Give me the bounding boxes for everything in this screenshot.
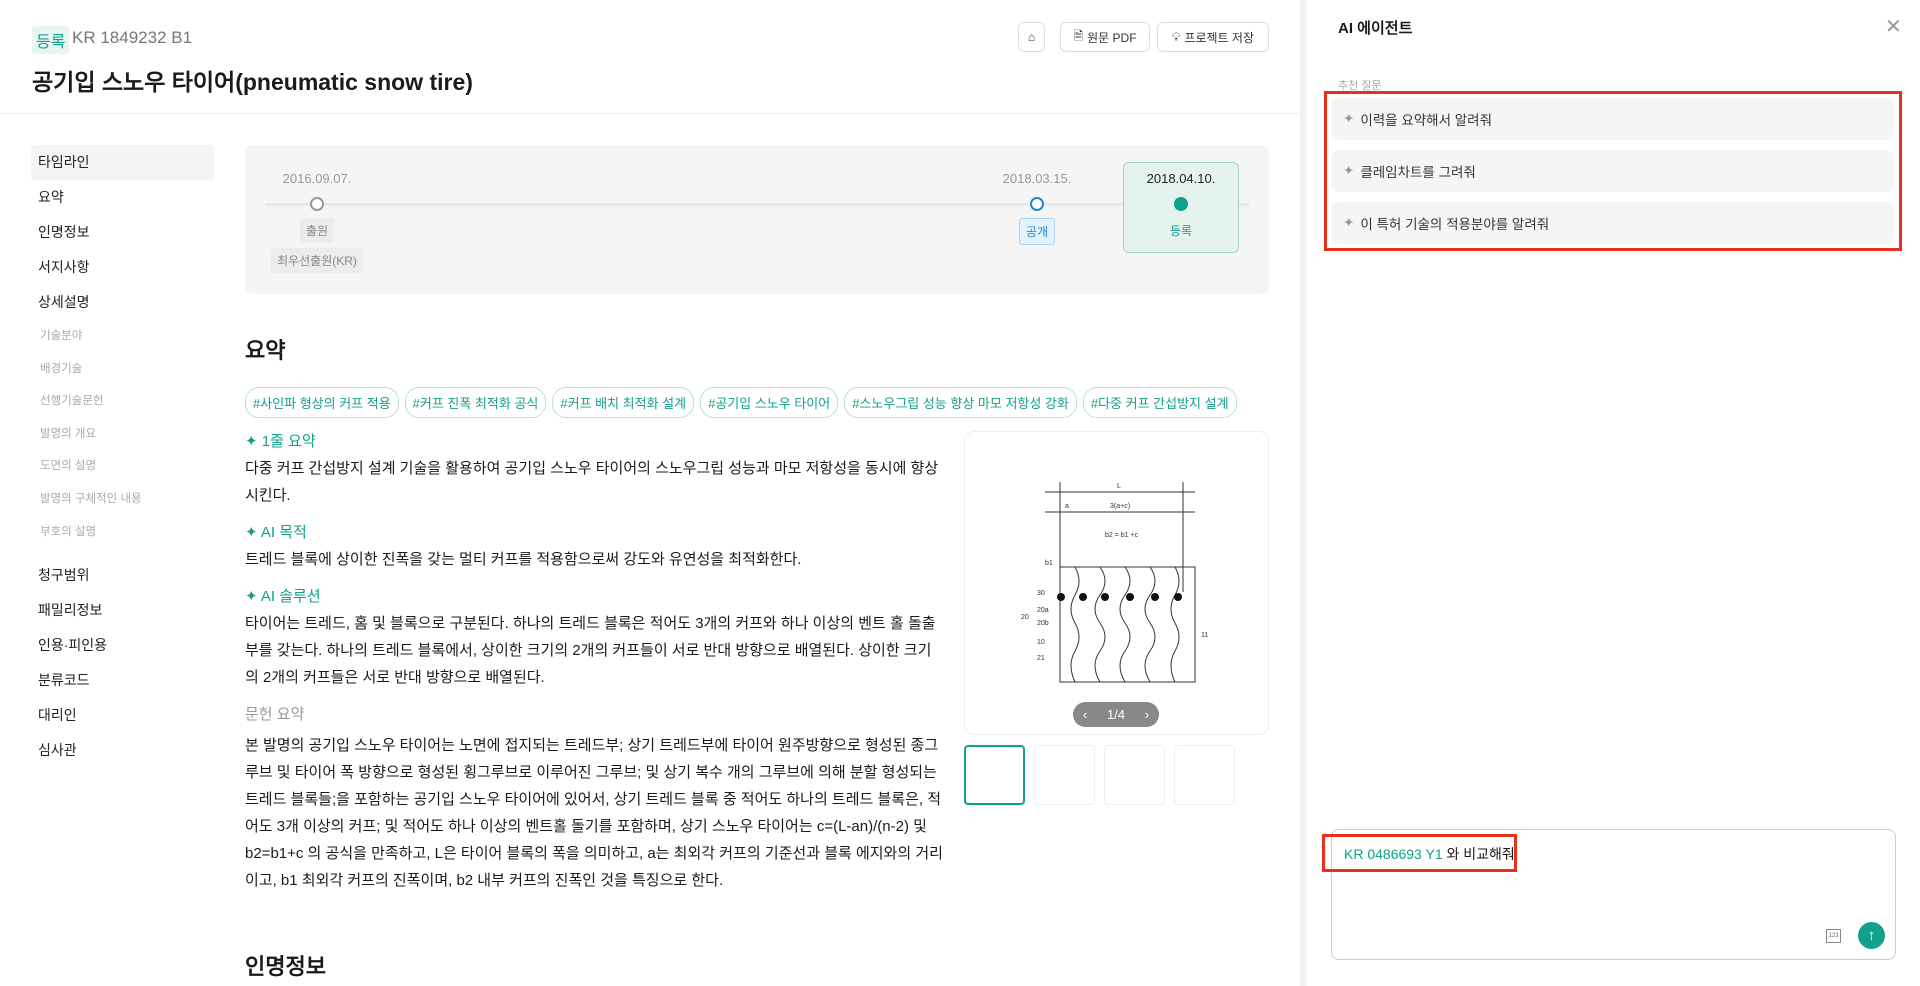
section-nav: 타임라인 요약 인명정보 서지사항 상세설명 기술분야 배경기술 선행기술문헌 … bbox=[31, 145, 214, 768]
nav-family[interactable]: 패밀리정보 bbox=[31, 593, 214, 628]
purpose-label: ✦ AI 목적 bbox=[245, 519, 945, 546]
highlight-box bbox=[1322, 834, 1517, 872]
ai-agent-panel: AI 에이전트 ✕ 추천 질문 ✦ 이력을 요약해서 알려줘 ✦ 클레임차트를 그려… bbox=[1300, 0, 1920, 986]
timeline-label: 출원 bbox=[299, 218, 335, 243]
page-indicator: 1/4 bbox=[1106, 707, 1126, 722]
timeline-date: 2016.09.07. bbox=[282, 171, 352, 186]
tag[interactable]: #다중 커프 간섭방지 설계 bbox=[1082, 387, 1237, 418]
one-line-summary: 다중 커프 간섭방지 설계 기술을 활용하여 공기입 스노우 타이어의 스노우그… bbox=[245, 460, 939, 504]
home-icon: ⌂ bbox=[1027, 30, 1036, 44]
nav-sub-item[interactable]: 기술분야 bbox=[31, 320, 214, 353]
pdf-label: 원문 PDF bbox=[1087, 30, 1137, 45]
nav-people[interactable]: 인명정보 bbox=[31, 215, 214, 250]
arrow-up-icon: ↑ bbox=[1867, 927, 1876, 944]
drawing-label: 21 bbox=[1037, 655, 1045, 662]
nav-timeline[interactable]: 타임라인 bbox=[31, 145, 214, 180]
summary-text: ✦ 1줄 요약 다중 커프 간섭방지 설계 기술을 활용하여 공기입 스노우 타… bbox=[245, 425, 945, 894]
one-line-label: ✦ 1줄 요약 bbox=[245, 428, 945, 455]
tag[interactable]: #스노우그립 성능 향상 마모 저항성 강화 bbox=[844, 387, 1077, 418]
people-heading: 인명정보 bbox=[245, 954, 326, 979]
timeline-label: 등록 bbox=[1169, 224, 1193, 238]
thumbnail[interactable] bbox=[1034, 745, 1095, 805]
tag[interactable]: #커프 배치 최적화 설계 bbox=[552, 387, 695, 418]
timeline-dot bbox=[1030, 197, 1044, 211]
drawing-label: 30 bbox=[1037, 590, 1045, 597]
timeline-dot bbox=[310, 197, 324, 211]
drawing-viewer[interactable]: L a 3(a+c) b2 = b1 +c b1 30 20a 20b 20 1… bbox=[964, 431, 1269, 735]
patent-detail: 등록 KR 1849232 B1 공기입 스노우 타이어(pneumatic s… bbox=[0, 0, 1300, 986]
thumbnail[interactable] bbox=[964, 745, 1025, 805]
lightbulb-icon: 💡︎ bbox=[1172, 29, 1181, 44]
nav-bibliography[interactable]: 서지사항 bbox=[31, 250, 214, 285]
drawing-label: 20b bbox=[1037, 620, 1049, 627]
nav-examiner[interactable]: 심사관 bbox=[31, 733, 214, 768]
nav-sub-item[interactable]: 선행기술문헌 bbox=[31, 385, 214, 418]
timeline-label: 공개 bbox=[1018, 218, 1056, 245]
nav-description[interactable]: 상세설명 bbox=[31, 285, 214, 320]
nav-claims[interactable]: 청구범위 bbox=[31, 558, 214, 593]
sparkle-icon: ✦ bbox=[245, 588, 258, 605]
drawing-label: b2 = b1 +c bbox=[1105, 532, 1139, 539]
header: 등록 KR 1849232 B1 공기입 스노우 타이어(pneumatic s… bbox=[0, 0, 1300, 114]
panel-title: AI 에이전트 bbox=[1338, 20, 1413, 37]
sparkle-icon: ✦ bbox=[245, 524, 258, 541]
label: AI 목적 bbox=[260, 524, 307, 541]
drawing-thumbnails bbox=[964, 745, 1235, 805]
drawing-label: a bbox=[1065, 503, 1069, 510]
nav-sub-item[interactable]: 발명의 개요 bbox=[31, 418, 214, 451]
nav-classification[interactable]: 분류코드 bbox=[31, 663, 214, 698]
nav-agent[interactable]: 대리인 bbox=[31, 698, 214, 733]
pdf-button[interactable]: 🗎 원문 PDF bbox=[1060, 22, 1150, 52]
timeline-date: 2018.04.10. bbox=[1146, 171, 1216, 186]
doc-summary-label: 문헌 요약 bbox=[245, 706, 305, 723]
home-button[interactable]: ⌂ bbox=[1018, 22, 1045, 52]
timeline: 2016.09.07. 출원 최우선출원(KR) 2018.03.15. 공개 … bbox=[245, 145, 1269, 294]
patent-number: KR 1849232 B1 bbox=[72, 28, 193, 47]
drawing-label: 20 bbox=[1021, 614, 1029, 621]
ai-solution: 타이어는 트레드, 홈 및 블록으로 구분된다. 하나의 트레드 블록은 적어도… bbox=[245, 615, 936, 686]
nav-sub-item[interactable]: 배경기술 bbox=[31, 353, 214, 386]
label: 1줄 요약 bbox=[261, 433, 316, 450]
chevron-right-icon[interactable]: › bbox=[1145, 707, 1149, 722]
nav-summary[interactable]: 요약 bbox=[31, 180, 214, 215]
thumbnail[interactable] bbox=[1174, 745, 1235, 805]
tag[interactable]: #사인파 형상의 커프 적용 bbox=[245, 387, 399, 418]
drawing-label: 10 bbox=[1037, 639, 1045, 646]
nav-sub-item[interactable]: 발명의 구체적인 내용 bbox=[31, 483, 214, 516]
drawing-label: L bbox=[1117, 483, 1121, 490]
send-button[interactable]: ↑ bbox=[1858, 922, 1885, 949]
drawing-label: b1 bbox=[1045, 560, 1053, 567]
patent-drawing: L a 3(a+c) b2 = b1 +c b1 30 20a 20b 20 1… bbox=[1021, 482, 1208, 683]
drawing-label: 20a bbox=[1037, 607, 1049, 614]
drawing-label: 3(a+c) bbox=[1110, 503, 1130, 510]
save-project-button[interactable]: 💡︎ 프로젝트 저장 bbox=[1157, 22, 1269, 52]
chevron-left-icon[interactable]: ‹ bbox=[1083, 707, 1087, 722]
pdf-icon: 🗎 bbox=[1073, 28, 1084, 43]
page-title: 공기입 스노우 타이어(pneumatic snow tire) bbox=[32, 69, 473, 95]
status-badge: 등록 bbox=[32, 26, 70, 54]
keyword-tags: #사인파 형상의 커프 적용 #커프 진폭 최적화 공식 #커프 배치 최적화 … bbox=[245, 387, 1237, 418]
nav-sub-item[interactable]: 도면의 설명 bbox=[31, 450, 214, 483]
close-icon[interactable]: ✕ bbox=[1885, 14, 1902, 39]
summary-heading: 요약 bbox=[245, 338, 286, 363]
solution-label: ✦ AI 솔루션 bbox=[245, 583, 945, 610]
tag[interactable]: #커프 진폭 최적화 공식 bbox=[404, 387, 547, 418]
keyboard-icon[interactable]: 123 bbox=[1826, 929, 1841, 943]
tag[interactable]: #공기입 스노우 타이어 bbox=[700, 387, 839, 418]
sparkle-icon: ✦ bbox=[245, 433, 258, 450]
timeline-track bbox=[265, 203, 1249, 206]
timeline-sublabel: 최우선출원(KR) bbox=[271, 248, 363, 273]
nav-citations[interactable]: 인용·피인용 bbox=[31, 628, 214, 663]
timeline-dot bbox=[1174, 197, 1188, 211]
doc-summary: 본 발명의 공기입 스노우 타이어는 노면에 접지되는 트레드부; 상기 트레드… bbox=[245, 737, 943, 889]
thumbnail[interactable] bbox=[1104, 745, 1165, 805]
label: AI 솔루션 bbox=[260, 588, 321, 605]
save-label: 프로젝트 저장 bbox=[1184, 30, 1254, 45]
drawing-label: 11 bbox=[1201, 632, 1208, 639]
ai-purpose: 트레드 블록에 상이한 진폭을 갖는 멀티 커프를 적용함으로써 강도와 유연성… bbox=[245, 551, 802, 568]
highlight-box bbox=[1324, 91, 1902, 251]
drawing-pager: ‹ 1/4 › bbox=[1073, 702, 1159, 727]
nav-sub-item[interactable]: 부호의 설명 bbox=[31, 516, 214, 549]
timeline-date: 2018.03.15. bbox=[1002, 171, 1072, 186]
